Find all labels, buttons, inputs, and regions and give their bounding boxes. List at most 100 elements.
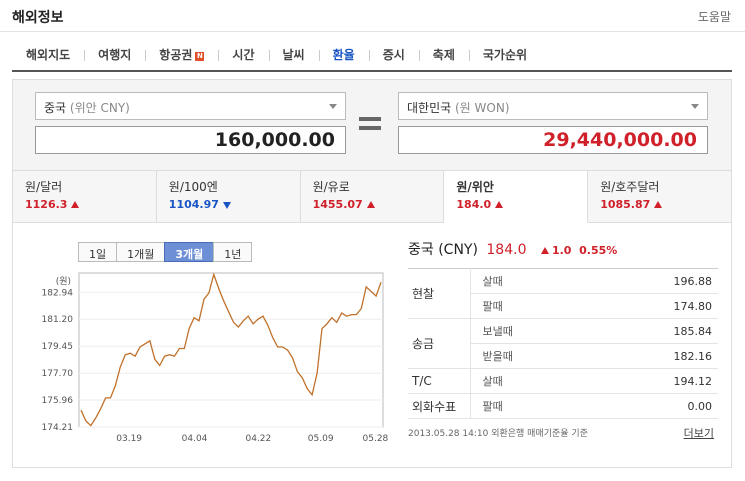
tab-8[interactable]: 국가순위 <box>468 48 541 62</box>
triangle-up-icon <box>366 201 375 208</box>
rate-value-wrap: 1455.07 <box>313 198 432 211</box>
tab-label: 해외지도 <box>26 48 71 62</box>
y-tick-label: 182.94 <box>42 288 74 298</box>
y-tick-label: 177.70 <box>42 369 74 379</box>
rate-info-price: 184.0 <box>486 242 527 258</box>
page-header: 해외정보 도움말 <box>0 0 745 32</box>
rate-amount: 0.00 <box>591 393 718 419</box>
rate-label: 살때 <box>470 368 592 394</box>
rate-category: 송금 <box>408 318 471 369</box>
rate-name: 원/위안 <box>456 180 494 194</box>
rate-category: T/C <box>408 368 471 394</box>
rate-category: 현찰 <box>408 268 471 319</box>
to-currency-select[interactable]: 대한민국 (원 WON) <box>398 92 708 120</box>
period-button-0[interactable]: 1일 <box>78 242 118 262</box>
rate-name: 원/100엔 <box>168 180 218 194</box>
rate-info-head: 중국 (CNY) 184.0 1.0 0.55% <box>408 239 718 261</box>
tab-label: 국가순위 <box>482 48 528 62</box>
rate-chart-svg: (원) 174.21 175.96 177.70 179.45 181.20 182.94 0… <box>42 272 389 444</box>
period-button-1[interactable]: 1개월 <box>116 242 166 262</box>
from-currency-select[interactable]: 중국 (위안 CNY) <box>35 92 346 120</box>
tab-label: 날씨 <box>282 48 305 62</box>
rate-tab-3[interactable]: 원/위안 184.0 <box>444 171 589 223</box>
rate-value-wrap: 1085.87 <box>600 198 719 211</box>
tab-label: 증시 <box>382 48 405 62</box>
tab-4[interactable]: 날씨 <box>268 48 319 62</box>
rate-category: 외화수표 <box>408 393 471 419</box>
rate-tabs: 원/달러 1126.3 원/100엔 1104.97 원/유로 1455.07 원/위안 18… <box>12 171 732 223</box>
rate-amount: 182.16 <box>591 343 718 369</box>
tab-5[interactable]: 환율 <box>318 48 369 62</box>
rate-name: 원/유로 <box>312 180 350 194</box>
table-row: 송금 보낼때 185.84 <box>408 318 718 369</box>
rate-name: 원/호주달러 <box>600 180 660 194</box>
rate-value: 1085.87 <box>600 198 651 211</box>
x-tick-label: 05.28 <box>363 434 389 444</box>
tab-label: 축제 <box>432 48 455 62</box>
rate-chart: (원) 174.21 175.96 177.70 179.45 181.20 182.94 0… <box>13 267 393 447</box>
rate-footnote: 2013.05.28 14:10 외환은행 매매기준율 기준 더보기 <box>408 425 718 441</box>
rate-info-change: 1.0 0.55% <box>537 244 617 257</box>
period-button-2[interactable]: 3개월 <box>164 242 215 262</box>
rate-table: 현찰 살때 196.88 팔때 174.80 송금 보낼때 185.84 받을때 182.16 T/… <box>408 268 718 419</box>
rate-value-wrap: 1104.97 <box>169 198 288 211</box>
rate-value: 1104.97 <box>168 198 219 211</box>
page-title: 해외정보 <box>12 10 64 26</box>
tab-label: 환율 <box>332 48 355 62</box>
y-tick-label: 175.96 <box>42 396 74 406</box>
period-button-3[interactable]: 1년 <box>213 242 253 262</box>
rate-label: 팔때 <box>470 293 592 319</box>
help-link[interactable]: 도움말 <box>698 8 731 25</box>
currency-converter: 중국 (위안 CNY) 160,000.00 대한민국 (원 WON) 29,4… <box>12 79 732 171</box>
tab-1[interactable]: 여행지 <box>84 48 145 62</box>
y-tick-label: 181.20 <box>42 315 74 325</box>
period-selector: 1일 1개월 3개월 1년 <box>78 242 253 262</box>
rate-label: 팔때 <box>470 393 592 419</box>
rate-info-change-value: 1.0 <box>551 244 572 257</box>
x-tick-label: 03.19 <box>116 434 142 444</box>
tab-7[interactable]: 축제 <box>418 48 469 62</box>
tab-3[interactable]: 시간 <box>218 48 268 62</box>
table-row: 현찰 살때 196.88 <box>408 268 718 319</box>
rate-info: 중국 (CNY) 184.0 1.0 0.55% 현찰 살때 196.88 팔때 174… <box>408 239 718 419</box>
rate-info-change-pct: 0.55% <box>579 244 618 257</box>
from-amount-input[interactable]: 160,000.00 <box>35 126 346 154</box>
rate-value: 1455.07 <box>312 198 363 211</box>
tab-0[interactable]: 해외지도 <box>12 48 84 62</box>
rate-label: 보낼때 <box>470 318 592 344</box>
rate-tab-0[interactable]: 원/달러 1126.3 <box>13 171 157 222</box>
rate-info-title: 중국 (CNY) <box>408 242 478 258</box>
more-link[interactable]: 더보기 <box>684 425 714 441</box>
x-tick-label: 05.09 <box>308 434 334 444</box>
y-axis-label: (원) <box>56 276 71 287</box>
rate-value: 1126.3 <box>25 198 68 211</box>
rate-amount: 196.88 <box>591 268 718 294</box>
to-amount-input[interactable]: 29,440,000.00 <box>398 126 708 154</box>
triangle-up-icon <box>654 201 663 208</box>
tab-2[interactable]: 항공권 N <box>145 48 218 62</box>
triangle-up-icon <box>495 201 504 208</box>
rate-tab-4[interactable]: 원/호주달러 1085.87 <box>588 171 731 222</box>
y-tick-label: 174.21 <box>42 423 74 433</box>
triangle-up-icon <box>71 201 80 208</box>
x-tick-label: 04.22 <box>245 434 271 444</box>
rate-value: 184.0 <box>456 198 492 211</box>
tab-label: 시간 <box>232 48 255 62</box>
tab-6[interactable]: 증시 <box>368 48 419 62</box>
tab-label: 항공권 <box>159 48 193 62</box>
rate-value-wrap: 184.0 <box>456 198 575 211</box>
rate-amount: 185.84 <box>591 318 718 344</box>
tab-bar: 해외지도 여행지 항공권 N 시간 날씨 환율 증시 축제 국가순위 <box>12 40 732 72</box>
chevron-down-icon <box>691 104 699 109</box>
triangle-down-icon <box>222 202 231 209</box>
rate-tab-1[interactable]: 원/100엔 1104.97 <box>157 171 301 222</box>
plot-area <box>78 272 384 428</box>
table-row: 외화수표 팔때 0.00 <box>408 393 718 419</box>
x-tick-label: 04.04 <box>182 434 208 444</box>
rate-tab-2[interactable]: 원/유로 1455.07 <box>301 171 445 222</box>
rate-value-wrap: 1126.3 <box>25 198 144 211</box>
y-tick-label: 179.45 <box>42 342 74 352</box>
tab-label: 여행지 <box>98 48 132 62</box>
rate-amount: 174.80 <box>591 293 718 319</box>
rate-label: 받을때 <box>470 343 592 369</box>
